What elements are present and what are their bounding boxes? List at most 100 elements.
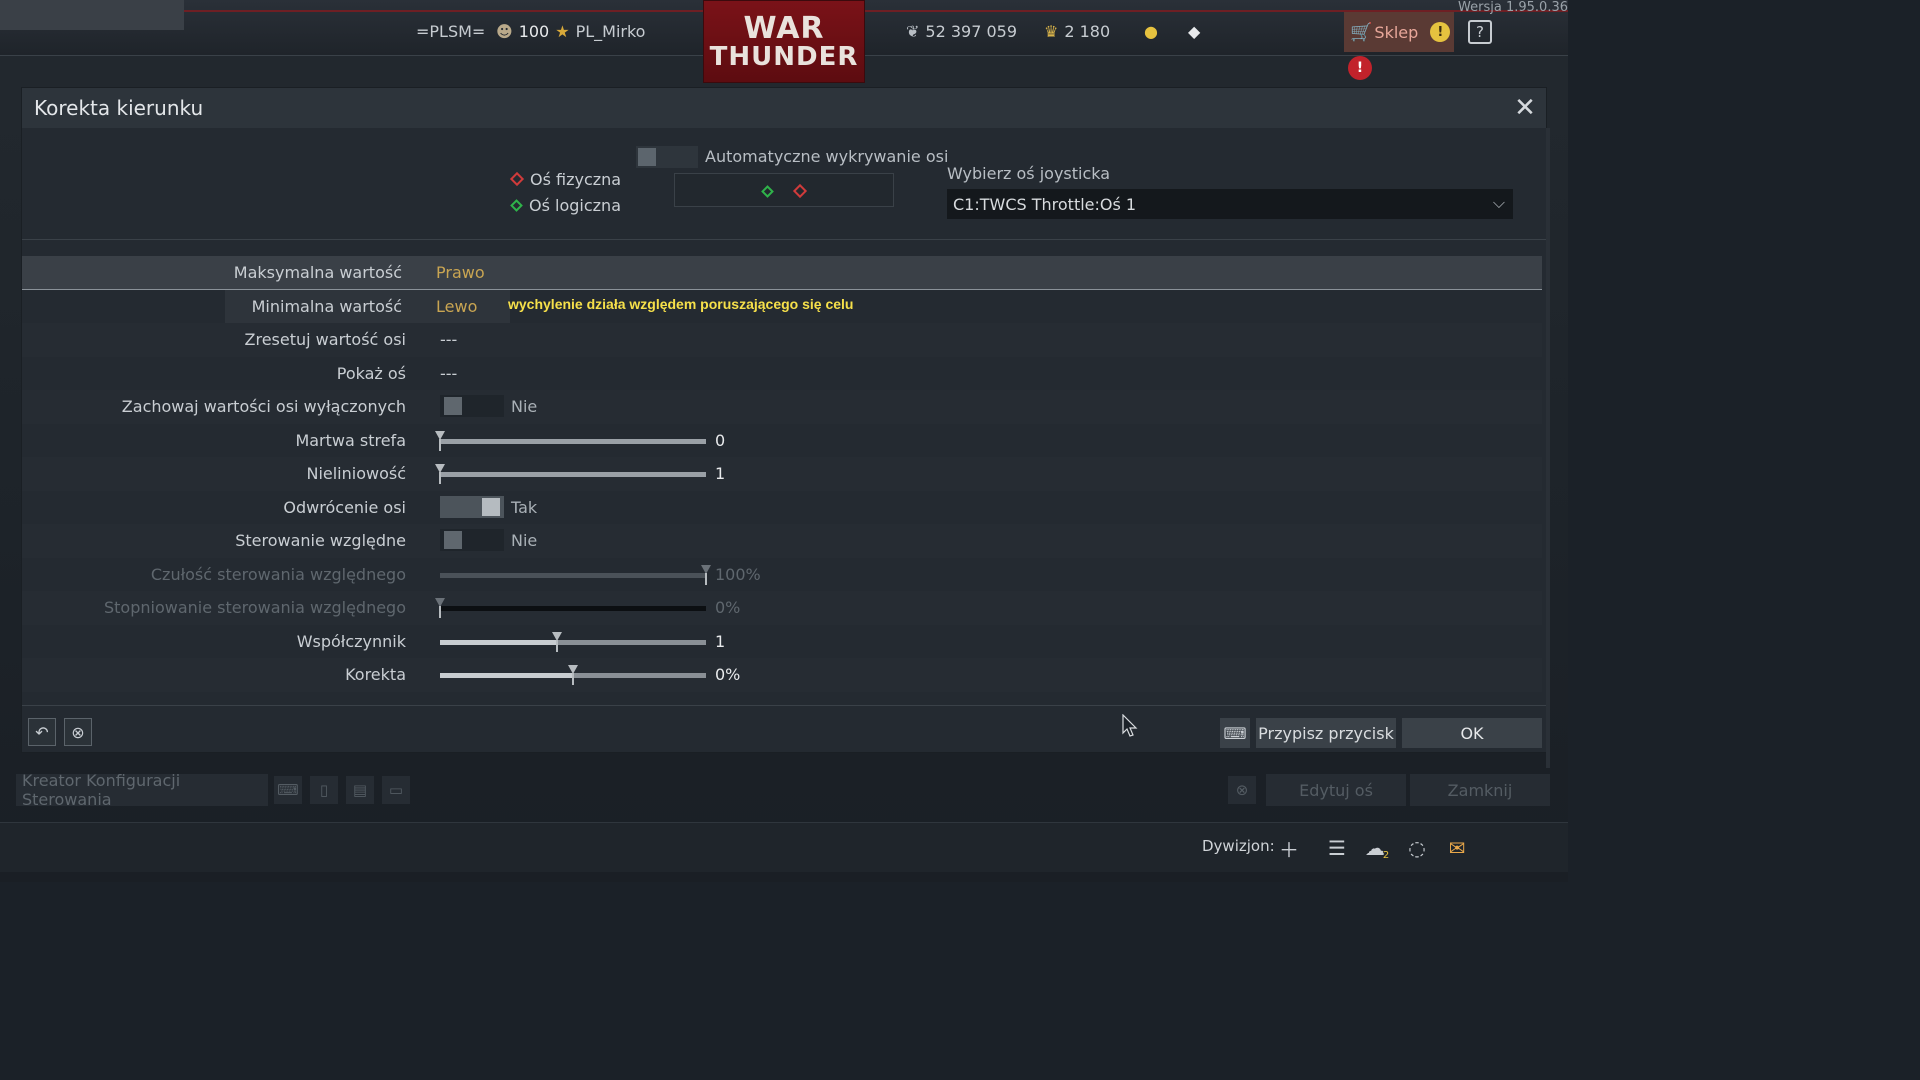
dialog-footer: ↶ ⊗ ⌨ Przypisz przycisk OK	[22, 705, 1546, 752]
top-left-panel	[0, 0, 184, 30]
assign-button[interactable]: Przypisz przycisk	[1256, 718, 1396, 748]
correction-value: 0%	[715, 665, 741, 685]
row-relative-control[interactable]: Sterowanie względne Nie	[22, 524, 1542, 558]
multiplier-slider[interactable]	[440, 631, 706, 652]
row-deadzone[interactable]: Martwa strefa 0	[22, 424, 1542, 458]
file-icon[interactable]: ▯	[310, 776, 338, 804]
controls-wizard-button[interactable]: Kreator Konfiguracji Sterowania	[16, 771, 268, 809]
relative-sensitivity-slider	[440, 564, 711, 585]
settings-list: Maksymalna wartość Prawo Minimalna warto…	[22, 256, 1542, 692]
row-correction[interactable]: Korekta 0%	[22, 658, 1542, 692]
axis-preview-area: Automatyczne wykrywanie osi Oś fizyczna …	[22, 128, 1546, 240]
row-show-axis[interactable]: Pokaż oś ---	[22, 357, 1542, 391]
nonlinearity-slider[interactable]	[435, 464, 706, 484]
keep-disabled-toggle[interactable]	[440, 395, 504, 417]
chat-icon[interactable]: ◌	[1404, 835, 1430, 861]
lightbulb-icon[interactable]: ●	[1144, 22, 1158, 41]
assign-gamepad-icon[interactable]: ⌨	[1220, 718, 1250, 748]
row-multiplier[interactable]: Współczynnik 1	[22, 625, 1542, 659]
folder-icon[interactable]: ▭	[382, 776, 410, 804]
relative-sensitivity-value: 100%	[715, 564, 761, 584]
max-value-label: Maksymalna wartość	[233, 262, 402, 282]
relative-step-value: 0%	[715, 598, 741, 618]
nonlinearity-value: 1	[715, 464, 726, 484]
legend-physical-label: Oś fizyczna	[530, 169, 622, 189]
reset-undo-icon[interactable]: ↶	[28, 718, 56, 746]
golden-eagles[interactable]: ♛ 2 180	[1044, 22, 1110, 41]
squadron-label: Dywizjon:	[1202, 837, 1275, 855]
alert-icon[interactable]: !	[1348, 56, 1372, 80]
axis-legend: Oś fizyczna Oś logiczna	[509, 166, 622, 218]
save-icon[interactable]: ▤	[346, 776, 374, 804]
eagle-icon: ♛	[1044, 22, 1059, 41]
relative-sensitivity-slider-thumb	[701, 564, 711, 585]
nonlinearity-label: Nieliniowość	[306, 464, 406, 484]
row-min-value[interactable]: Minimalna wartość Lewo wychylenie działa…	[22, 289, 1542, 324]
deadzone-slider-thumb[interactable]	[435, 430, 445, 451]
relative-step-slider-thumb	[435, 598, 445, 618]
red-diamond-icon	[509, 171, 525, 187]
hint-tooltip: wychylenie działa względem poruszającego…	[508, 295, 854, 312]
mouse-cursor-icon	[1122, 714, 1138, 737]
joystick-axis-label: Wybierz oś joysticka	[947, 164, 1111, 183]
show-axis-value: ---	[440, 363, 458, 383]
row-nonlinearity[interactable]: Nieliniowość 1	[22, 457, 1542, 491]
green-diamond-icon	[510, 198, 523, 212]
help-button[interactable]: ?	[1468, 20, 1492, 44]
shop-button[interactable]: 🛒 Sklep !	[1344, 12, 1454, 52]
deadzone-slider[interactable]	[435, 430, 706, 451]
multiplier-slider-thumb[interactable]	[552, 631, 563, 652]
mail-icon[interactable]: ✉	[1444, 835, 1470, 861]
logical-axis-marker	[761, 185, 774, 198]
row-max-value[interactable]: Maksymalna wartość Prawo	[22, 256, 1542, 290]
contacts-icon[interactable]: ☁ 2	[1364, 835, 1390, 861]
nonlinearity-slider-thumb[interactable]	[435, 464, 445, 484]
close-icon[interactable]: ✕	[1512, 95, 1538, 121]
ok-button[interactable]: OK	[1402, 718, 1542, 748]
row-reset-axis[interactable]: Zresetuj wartość osi ---	[22, 323, 1542, 357]
shop-label: Sklep	[1374, 22, 1419, 42]
keep-disabled-value: Nie	[511, 397, 538, 417]
warning-icon: !	[1430, 22, 1451, 42]
correction-slider-thumb[interactable]	[568, 665, 578, 685]
min-value-label: Minimalna wartość	[251, 296, 402, 316]
contacts-count: 2	[1382, 849, 1390, 861]
squad-tag[interactable]: =PLSM=	[416, 22, 485, 41]
close-parent-button[interactable]: Zamknij	[1410, 774, 1550, 806]
relative-control-toggle[interactable]	[440, 529, 504, 551]
joystick-clear-icon[interactable]: ⊗	[64, 718, 92, 746]
diamond-icon[interactable]: ◆	[1188, 22, 1200, 41]
dialog-header: Korekta kierunku ✕	[22, 88, 1546, 128]
row-keep-disabled[interactable]: Zachowaj wartości osi wyłączonych Nie	[22, 390, 1542, 424]
joystick-axis-select[interactable]: C1:TWCS Throttle:Oś 1 ⌵	[947, 189, 1513, 219]
edit-axis-button[interactable]: Edytuj oś	[1266, 774, 1406, 806]
correction-slider-fill	[440, 673, 573, 678]
legend-logical: Oś logiczna	[510, 192, 621, 218]
keyboard-icon[interactable]: ⌨	[274, 776, 302, 804]
row-relative-step: Stopniowanie sterowania względnego 0%	[22, 591, 1542, 625]
version-label: Wersja 1.95.0.36	[1458, 0, 1568, 15]
logo-line-2: THUNDER	[709, 41, 859, 72]
reset-axis-value: ---	[440, 330, 458, 350]
list-icon[interactable]: ☰	[1324, 835, 1350, 861]
invert-axis-value: Tak	[511, 497, 538, 517]
joystick-axis-value: C1:TWCS Throttle:Oś 1	[953, 194, 1137, 214]
axis-position-indicator	[674, 173, 894, 207]
legend-physical: Oś fizyczna	[509, 166, 622, 192]
plus-icon[interactable]: ＋	[1276, 835, 1302, 862]
auto-detect-toggle[interactable]	[636, 146, 698, 168]
correction-slider[interactable]	[440, 665, 706, 685]
invert-axis-toggle[interactable]	[440, 495, 504, 518]
joystick-icon[interactable]: ⊗	[1228, 776, 1256, 804]
max-value: Prawo	[436, 262, 485, 282]
logo-line-1: WAR	[743, 10, 825, 46]
axis-settings-dialog: Korekta kierunku ✕ Automatyczne wykrywan…	[22, 88, 1546, 752]
row-invert-axis[interactable]: Odwrócenie osi Tak	[22, 491, 1542, 525]
silver-lions[interactable]: ❦ 52 397 059	[906, 22, 1017, 41]
scrollbar[interactable]	[1546, 128, 1550, 768]
relative-control-label: Sterowanie względne	[235, 531, 406, 551]
profile-block[interactable]: ☻ 100 ★ PL_Mirko	[496, 22, 645, 41]
war-thunder-logo[interactable]: WAR THUNDER	[703, 0, 865, 83]
relative-sensitivity-label: Czułość sterowania względnego	[150, 564, 406, 584]
relative-step-slider	[435, 598, 706, 618]
